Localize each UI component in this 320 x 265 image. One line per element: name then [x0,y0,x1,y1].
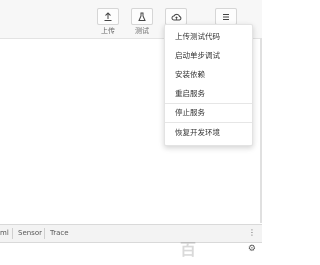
cloud-button[interactable] [165,8,187,25]
menu-item-upload-test-code[interactable]: 上传测试代码 [175,31,220,42]
tab-divider [44,228,45,239]
test-icon [137,12,147,22]
tab-ml[interactable]: ml [0,229,9,237]
menu-item-stop-service[interactable]: 停止服务 [175,107,205,118]
cloud-icon [171,12,182,22]
watermark: 百 [180,240,198,259]
menu-item-restart-service[interactable]: 重启服务 [175,88,205,99]
menu-item-install-deps[interactable]: 安装依赖 [175,69,205,80]
upload-label: 上传 [101,27,115,35]
dropdown-menu: 上传测试代码 启动单步调试 安装依赖 重启服务 停止服务 恢复开发环境 [164,24,253,146]
tab-divider [12,228,13,239]
menu-icon [221,12,231,22]
menu-button[interactable] [215,8,237,25]
scrollbar-track[interactable] [260,38,262,223]
tab-sensor[interactable]: Sensor [18,229,42,237]
menu-item-restore-dev-env[interactable]: 恢复开发环境 [175,127,220,138]
test-button[interactable] [131,8,153,25]
menu-item-start-step-debug[interactable]: 启动单步调试 [175,50,220,61]
test-label: 测试 [135,27,149,35]
menu-divider [165,122,252,123]
tab-trace[interactable]: Trace [50,229,69,237]
upload-icon [103,11,113,22]
menu-divider [165,103,252,104]
upload-button[interactable] [97,8,119,25]
